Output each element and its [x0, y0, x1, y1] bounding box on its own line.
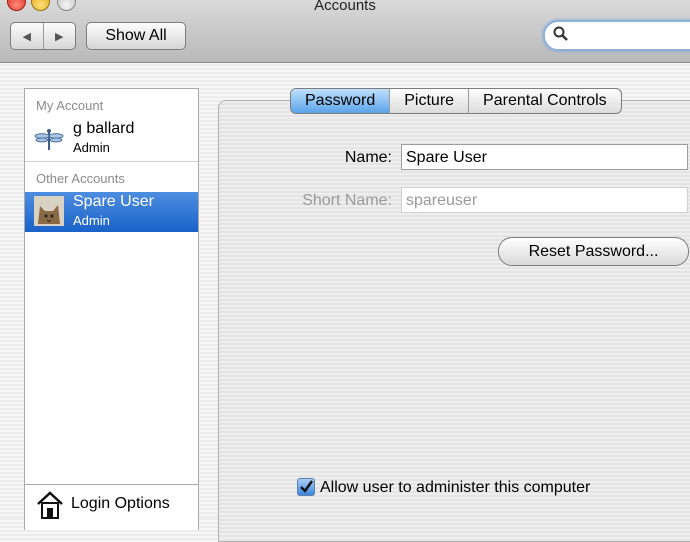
tab-bar: Password Picture Parental Controls [290, 88, 622, 114]
back-arrow-icon[interactable]: ◀ [11, 23, 44, 49]
reset-password-button[interactable]: Reset Password... [498, 237, 689, 266]
dragonfly-icon [34, 129, 64, 150]
login-options-label: Login Options [71, 495, 170, 512]
tab-picture[interactable]: Picture [390, 89, 470, 113]
search-field[interactable] [543, 20, 690, 51]
back-forward-control: ◀ ▶ [10, 22, 76, 50]
account-item-spare-user[interactable]: Spare User Admin [25, 192, 198, 232]
tab-password[interactable]: Password [291, 89, 391, 113]
admin-checkbox[interactable] [297, 478, 315, 496]
account-name: g ballard [73, 120, 135, 137]
admin-checkbox-label: Allow user to administer this computer [320, 479, 591, 496]
cat-picture-icon [34, 196, 64, 226]
name-label: Name: [344, 149, 392, 166]
search-icon [553, 26, 568, 41]
other-accounts-heading: Other Accounts [36, 171, 125, 186]
short-name-label: Short Name: [302, 192, 392, 209]
account-item-g-ballard[interactable]: g ballard Admin [25, 119, 198, 159]
window-toolbar: Accounts ◀ ▶ Show All [0, 0, 690, 63]
accounts-sidebar: My Account g ballard Admin Other Account… [24, 88, 199, 530]
login-options-item[interactable]: Login Options [25, 484, 198, 530]
house-icon [37, 491, 63, 519]
window-title: Accounts [314, 0, 376, 14]
name-field[interactable]: Spare User [401, 144, 688, 170]
checkmark-icon [300, 480, 314, 493]
account-role: Admin [73, 140, 110, 155]
my-account-heading: My Account [36, 98, 104, 113]
tab-parental-controls[interactable]: Parental Controls [469, 89, 621, 113]
sidebar-divider [25, 161, 198, 162]
account-role: Admin [73, 213, 110, 228]
account-name: Spare User [73, 193, 154, 210]
show-all-button[interactable]: Show All [86, 22, 186, 50]
short-name-field: spareuser [401, 187, 688, 213]
forward-arrow-icon[interactable]: ▶ [44, 23, 76, 49]
